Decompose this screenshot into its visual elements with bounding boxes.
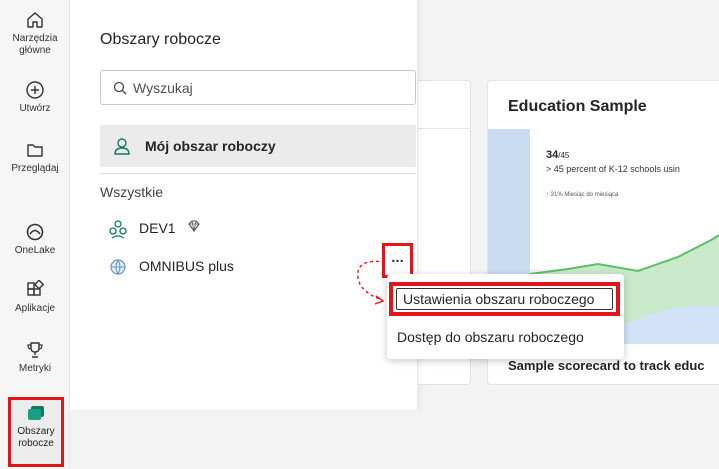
my-workspace-item[interactable]: Mój obszar roboczy bbox=[100, 125, 416, 167]
rail-item-workspaces[interactable]: Obszary robocze bbox=[8, 397, 64, 467]
rail-label-browse: Przeglądaj bbox=[11, 163, 59, 174]
rail-item-create[interactable]: Utwórz bbox=[0, 80, 70, 115]
rail-label-home-1: Narzędzia bbox=[12, 33, 58, 44]
rail-label-apps: Aplikacje bbox=[14, 303, 56, 314]
diamond-badge-icon bbox=[188, 220, 200, 232]
menu-item-label: Ustawienia obszaru roboczego bbox=[396, 288, 613, 310]
rail-label-metrics: Metryki bbox=[18, 363, 52, 374]
card-title: Education Sample bbox=[508, 98, 647, 115]
rail-label-workspaces-1: Obszary bbox=[17, 426, 55, 437]
more-options-button[interactable]: ... bbox=[382, 243, 413, 278]
workspaces-flyout: Obszary robocze Mój obszar roboczy Wszys… bbox=[70, 0, 418, 410]
background-header bbox=[415, 0, 719, 80]
kpi-description: > 45 percent of K-12 schools usin bbox=[546, 164, 680, 174]
search-input[interactable] bbox=[133, 77, 403, 99]
workspace-name: DEV1 bbox=[139, 220, 176, 236]
apps-icon bbox=[27, 280, 45, 296]
home-icon bbox=[27, 12, 43, 28]
my-workspace-label: Mój obszar roboczy bbox=[145, 138, 276, 154]
panel-title: Obszary robocze bbox=[100, 31, 221, 48]
card-footer: Sample scorecard to track educ bbox=[508, 358, 705, 373]
workspace-context-menu: Ustawienia obszaru roboczego Dostęp do o… bbox=[387, 274, 624, 359]
kpi-trend: ↑ 31% Miesiąc do miesiąca bbox=[546, 192, 619, 198]
folder-icon bbox=[27, 144, 43, 157]
rail-label-onelake: OneLake bbox=[14, 245, 56, 256]
section-divider bbox=[100, 173, 416, 174]
group-icon bbox=[109, 220, 127, 239]
left-navigation-rail: Narzędzia główne Utwórz Przeglądaj OneLa… bbox=[0, 0, 70, 469]
rail-label-create: Utwórz bbox=[19, 103, 51, 114]
rail-item-home[interactable]: Narzędzia główne bbox=[0, 10, 70, 57]
person-icon bbox=[114, 138, 130, 155]
menu-item-workspace-settings[interactable]: Ustawienia obszaru roboczego bbox=[389, 282, 620, 316]
rail-item-browse[interactable]: Przeglądaj bbox=[0, 140, 70, 175]
trophy-icon bbox=[27, 342, 43, 358]
rail-item-metrics[interactable]: Metryki bbox=[0, 340, 70, 375]
workspace-name: OMNIBUS plus bbox=[139, 258, 234, 274]
workspaces-icon bbox=[28, 406, 44, 420]
onelake-icon bbox=[26, 223, 44, 241]
search-icon bbox=[113, 81, 127, 95]
search-box[interactable] bbox=[100, 70, 416, 105]
plus-circle-icon bbox=[26, 81, 44, 99]
workspace-globe-icon bbox=[110, 259, 126, 276]
menu-item-workspace-access[interactable]: Dostęp do obszaru roboczego bbox=[397, 329, 584, 345]
rail-label-home-2: główne bbox=[19, 45, 51, 56]
rail-label-workspaces-2: robocze bbox=[18, 438, 54, 449]
all-section-label: Wszystkie bbox=[100, 184, 163, 200]
kpi-value: 34/45 bbox=[546, 149, 570, 161]
rail-item-onelake[interactable]: OneLake bbox=[0, 222, 70, 257]
rail-item-apps[interactable]: Aplikacje bbox=[0, 280, 70, 315]
